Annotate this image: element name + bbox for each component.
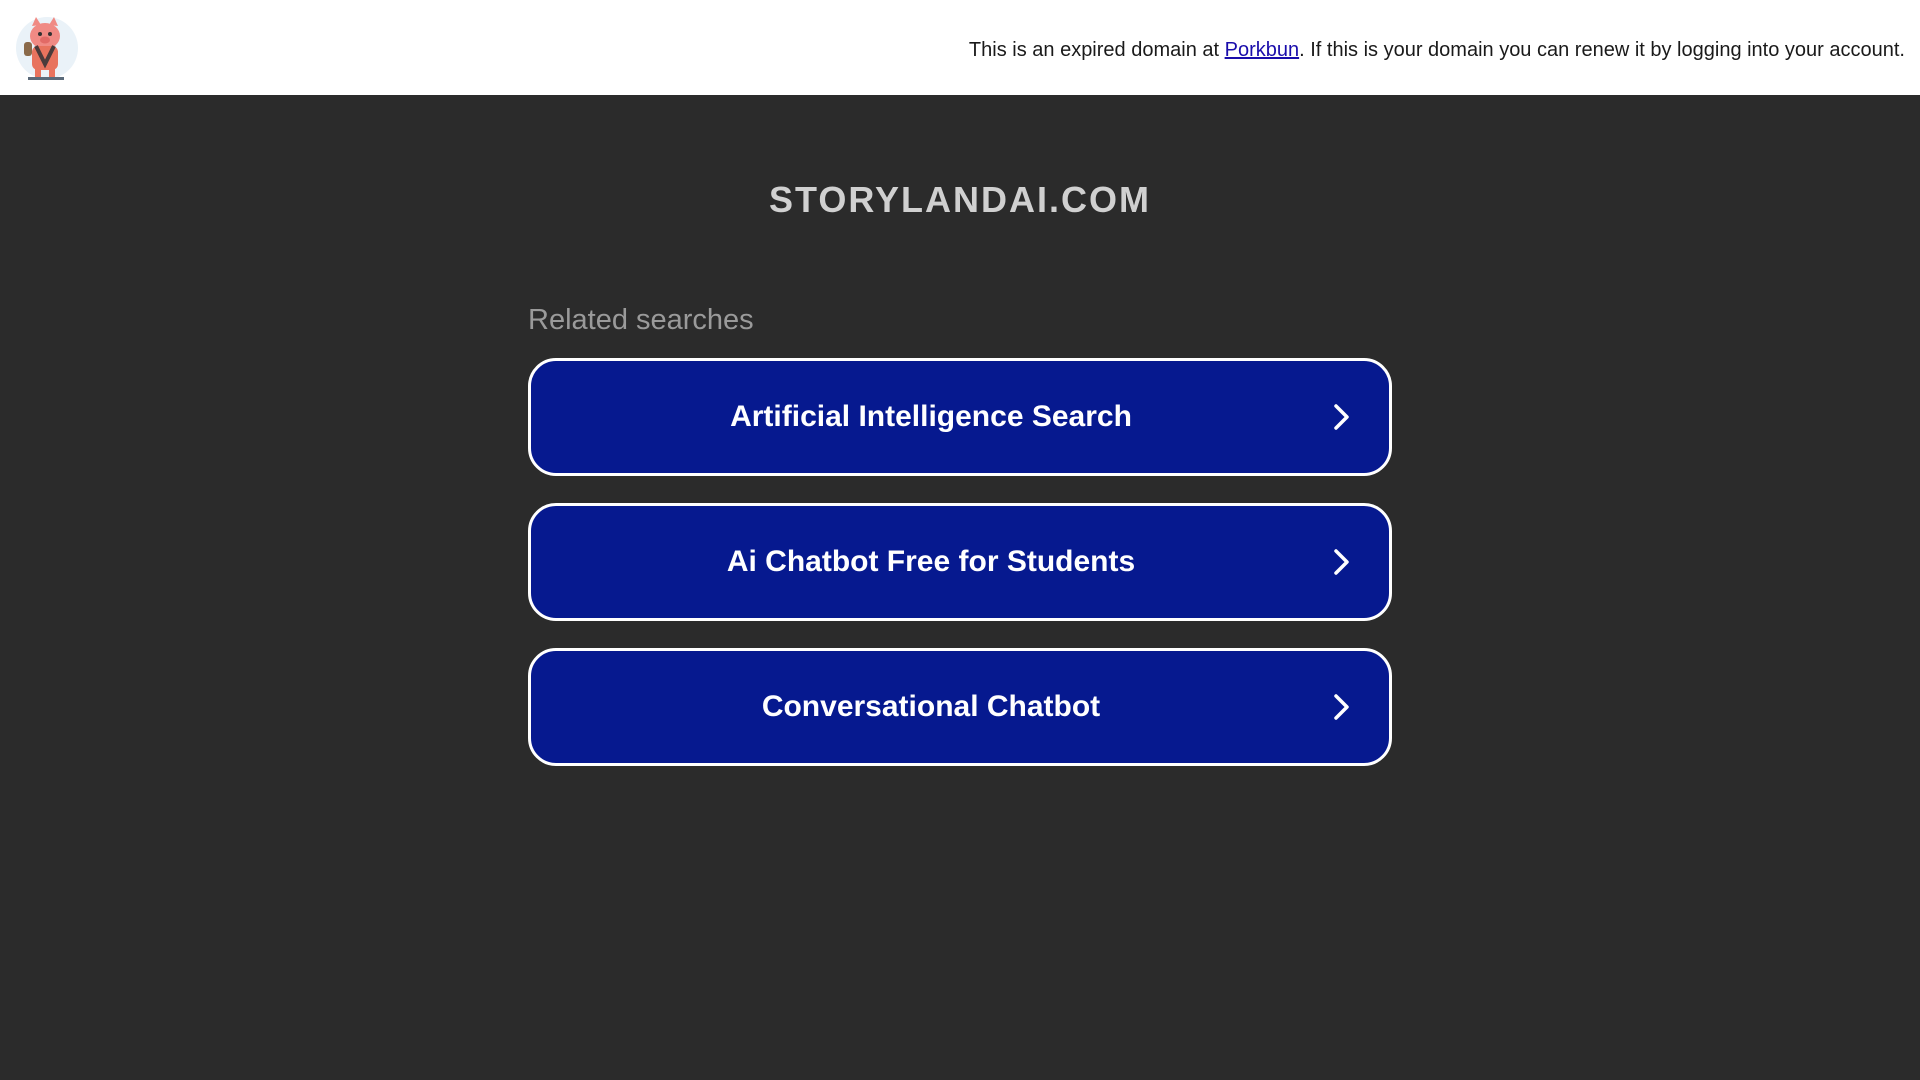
porkbun-link[interactable]: Porkbun [1225,39,1300,61]
notice-text-start: This is an expired domain at [968,39,1225,61]
related-searches-list: Artificial Intelligence Search Ai Chatbo… [528,358,1392,793]
domain-name-heading: STORYLANDAI.COM [768,179,1151,220]
search-result-button[interactable]: Conversational Chatbot [528,648,1392,766]
expired-domain-notice: This is an expired domain at Porkbun. If… [969,38,1905,62]
search-result-label: Conversational Chatbot [761,690,1101,723]
top-banner: This is an expired domain at Porkbun. If… [0,0,1920,95]
search-result-button[interactable]: Artificial Intelligence Search [528,358,1392,476]
search-result-label: Ai Chatbot Free for Students [726,545,1136,578]
related-searches-heading: Related searches [528,304,754,336]
pig-mascot-icon[interactable] [14,12,80,84]
search-result-button[interactable]: Ai Chatbot Free for Students [528,503,1392,621]
chevron-right-icon [1334,404,1349,430]
search-result-label: Artificial Intelligence Search [730,400,1132,433]
chevron-right-icon [1334,694,1349,720]
notice-text-end: . If this is your domain you can renew i… [1299,39,1905,61]
chevron-right-icon [1334,549,1349,575]
